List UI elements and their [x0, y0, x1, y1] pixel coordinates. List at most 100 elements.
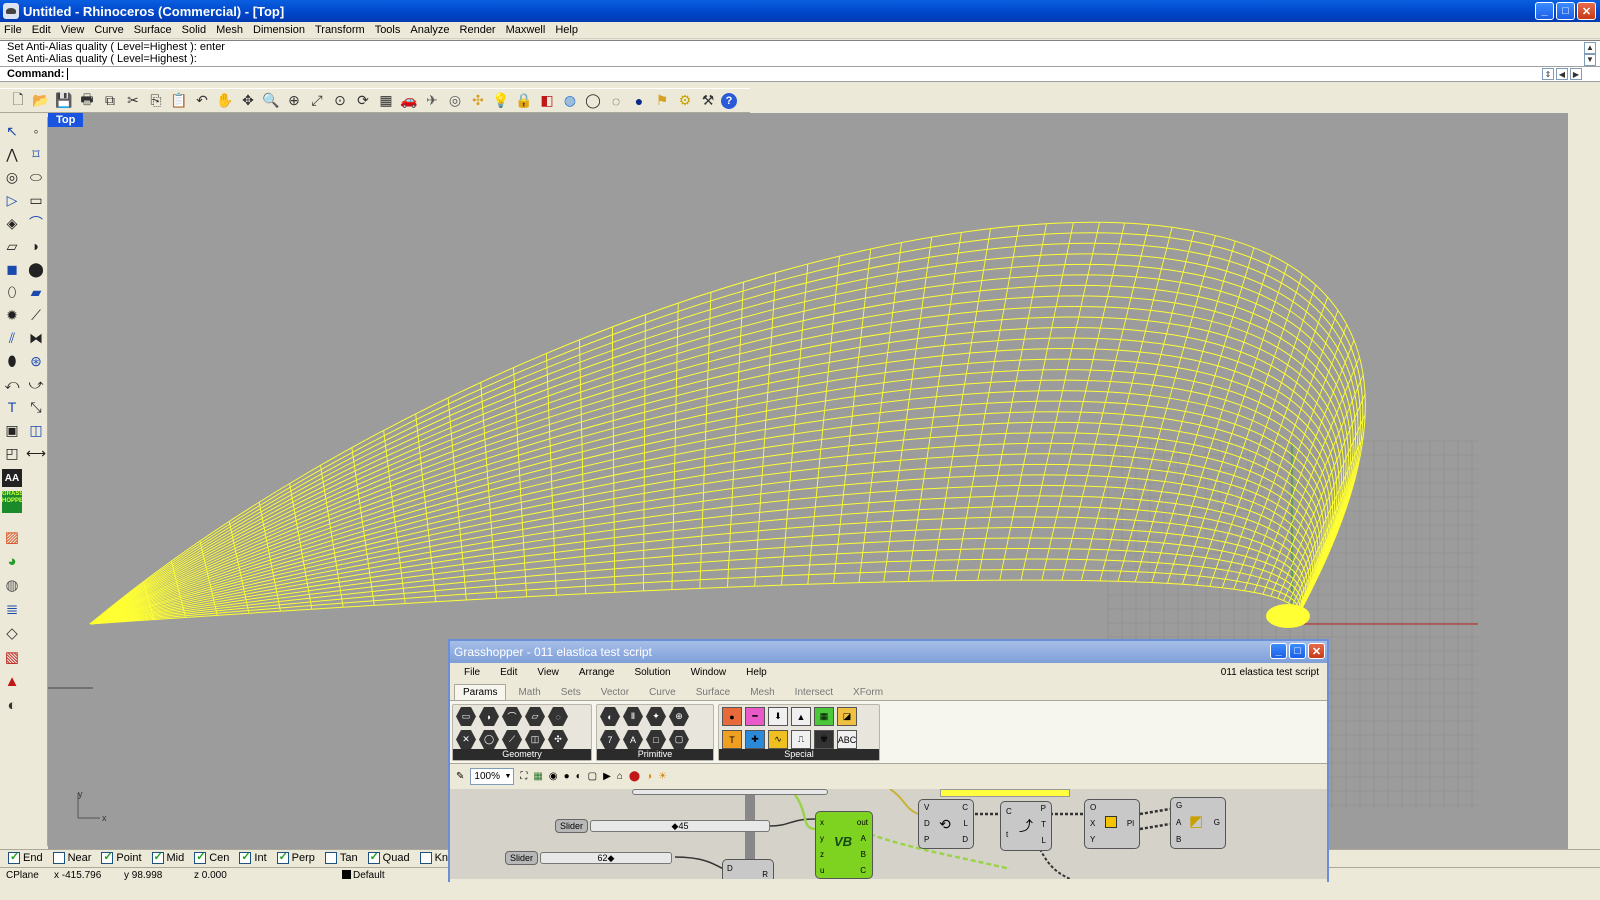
osnap-mid[interactable]: Mid — [151, 850, 184, 864]
node-input[interactable]: P — [924, 835, 929, 844]
integer-param-icon[interactable]: Ⅱ — [623, 707, 643, 726]
rhino-app-icon[interactable] — [3, 3, 19, 19]
explode-icon[interactable]: ✹ — [2, 305, 22, 325]
zoom-extents-icon[interactable]: ⛶ — [520, 771, 527, 782]
node-output[interactable]: L — [964, 819, 968, 828]
zoom-icon[interactable]: 🔍 — [261, 91, 281, 111]
osnap-quad[interactable]: Quad — [367, 850, 410, 864]
properties-icon[interactable]: ⚒ — [698, 91, 718, 111]
planar-surface-icon[interactable]: ▰ — [26, 282, 46, 302]
tab-xform[interactable]: XForm — [845, 685, 891, 700]
menu-item-surface[interactable]: Surface — [134, 24, 172, 36]
cylinder-icon[interactable]: ⬯ — [2, 282, 22, 302]
render-settings-icon[interactable]: ▨ — [2, 527, 22, 547]
scale-icon[interactable]: ⤡ — [26, 397, 46, 417]
osnap-checkbox[interactable] — [367, 850, 380, 864]
four-views-icon[interactable]: ▦ — [376, 91, 396, 111]
point-icon[interactable]: ◦ — [26, 121, 46, 141]
node-output[interactable]: L — [1042, 836, 1046, 845]
generic-param-icon[interactable]: ✕ — [456, 730, 476, 749]
polyline-icon[interactable]: ⋀ — [2, 144, 22, 164]
zoom-input[interactable]: 100% ▼ — [470, 768, 515, 785]
color-wheel-icon[interactable]: ◕ — [2, 551, 22, 571]
tab-sets[interactable]: Sets — [553, 685, 589, 700]
point-icon[interactable]: ◎ — [445, 91, 465, 111]
antialias-button[interactable]: AA — [2, 469, 22, 487]
array-icon[interactable]: ▣ — [2, 420, 22, 440]
vb-script-node[interactable]: x y z u VB out A B C — [815, 811, 873, 879]
node-output[interactable]: C — [962, 803, 968, 812]
node-input[interactable]: Y — [1090, 835, 1095, 844]
gh-menu-item-solution[interactable]: Solution — [634, 667, 670, 678]
node-input[interactable]: C — [1006, 807, 1012, 816]
gradient-object-icon[interactable]: ◪ — [837, 707, 857, 726]
line-param-icon[interactable]: ⟋ — [502, 730, 522, 749]
scribble-icon[interactable]: ∿ — [768, 730, 788, 749]
boolean-icon[interactable]: ⬤ — [26, 259, 46, 279]
toggle-object-icon[interactable]: ━ — [745, 707, 765, 726]
circle-icon[interactable]: ◎ — [2, 167, 22, 187]
menu-item-mesh[interactable]: Mesh — [216, 24, 243, 36]
ghosted-icon[interactable]: ◌ — [606, 91, 626, 111]
vb-input-y[interactable]: y — [820, 834, 824, 843]
string-param-icon[interactable]: A — [623, 730, 643, 749]
split-icon[interactable]: ⫽ — [2, 328, 22, 348]
osnap-cen[interactable]: Cen — [194, 850, 229, 864]
menu-item-view[interactable]: View — [61, 24, 85, 36]
bake-icon[interactable]: ▢ — [588, 771, 597, 782]
osnap-checkbox[interactable] — [194, 850, 207, 864]
save-icon[interactable]: 💾 — [54, 91, 74, 111]
vector-param-icon[interactable]: ⊕ — [669, 707, 689, 726]
node-input[interactable]: D — [924, 819, 930, 828]
vb-output-b[interactable]: B — [861, 850, 866, 859]
menu-item-maxwell[interactable]: Maxwell — [506, 24, 546, 36]
cplane-label[interactable]: CPlane — [0, 870, 48, 881]
select-arrow-icon[interactable]: ↖ — [2, 121, 22, 141]
graph-object-icon[interactable]: ▲ — [791, 707, 811, 726]
vb-output-out[interactable]: out — [857, 818, 868, 827]
tab-mesh[interactable]: Mesh — [742, 685, 782, 700]
menu-item-dimension[interactable]: Dimension — [253, 24, 305, 36]
fillet-curve-icon[interactable]: ⌒ — [26, 213, 46, 233]
shade-icon[interactable]: ◐ — [576, 771, 582, 782]
vb-output-c[interactable]: C — [860, 866, 866, 875]
rectangle-icon[interactable]: ▭ — [26, 190, 46, 210]
updown-icon[interactable]: ⇕ — [1542, 68, 1554, 80]
plane-icon[interactable]: ✈ — [422, 91, 442, 111]
group-icon[interactable]: ⊛ — [26, 351, 46, 371]
boolean-param-icon[interactable]: ◐ — [600, 707, 620, 726]
component-node[interactable]: C t ⤴ P T L — [1000, 801, 1052, 851]
move-view-icon[interactable]: ✥ — [238, 91, 258, 111]
circle-param-icon[interactable]: ◯ — [479, 730, 499, 749]
texture-icon[interactable]: ◇ — [2, 623, 22, 643]
revolve-icon[interactable]: ◗ — [26, 236, 46, 256]
matrix-object-icon[interactable]: ▦ — [814, 707, 834, 726]
layer-stack-icon[interactable]: ≣ — [2, 599, 22, 619]
rotate-view-icon[interactable]: ⟳ — [353, 91, 373, 111]
slider-object-icon[interactable]: ● — [722, 707, 742, 726]
node-input[interactable]: t — [1006, 830, 1008, 839]
right-arrow-icon[interactable]: ▶ — [1570, 68, 1582, 80]
colour-param-icon[interactable]: ✦ — [646, 707, 666, 726]
gear-icon[interactable]: ⚙ — [675, 91, 695, 111]
osnap-checkbox[interactable] — [52, 852, 65, 864]
environment-icon[interactable]: ▧ — [2, 647, 22, 667]
control-points-icon[interactable]: ⌑ — [26, 144, 46, 164]
bulb-icon[interactable]: ◑ — [646, 771, 652, 782]
node-input[interactable]: V — [924, 803, 929, 812]
sphere-icon[interactable]: ● — [564, 771, 570, 782]
mirror-icon[interactable]: ◫ — [26, 420, 46, 440]
domain-param-icon[interactable]: □ — [646, 730, 666, 749]
history-scrollbar[interactable]: ▲ ▼ — [1584, 42, 1596, 66]
join-icon[interactable]: ⧓ — [26, 328, 46, 348]
point-param-icon[interactable]: ✣ — [548, 730, 568, 749]
node-input[interactable]: D — [727, 864, 733, 873]
matrix-param-icon[interactable]: ▢ — [669, 730, 689, 749]
osnap-near[interactable]: Near — [52, 852, 91, 864]
node-input[interactable]: B — [1176, 835, 1181, 844]
offset-icon[interactable]: ⤺ — [2, 374, 22, 394]
osnap-checkbox[interactable] — [419, 852, 432, 864]
scroll-up-icon[interactable]: ▲ — [1584, 42, 1596, 54]
brep-param-icon[interactable]: ◗ — [479, 707, 499, 726]
print-icon[interactable]: 🖶 — [77, 91, 97, 111]
